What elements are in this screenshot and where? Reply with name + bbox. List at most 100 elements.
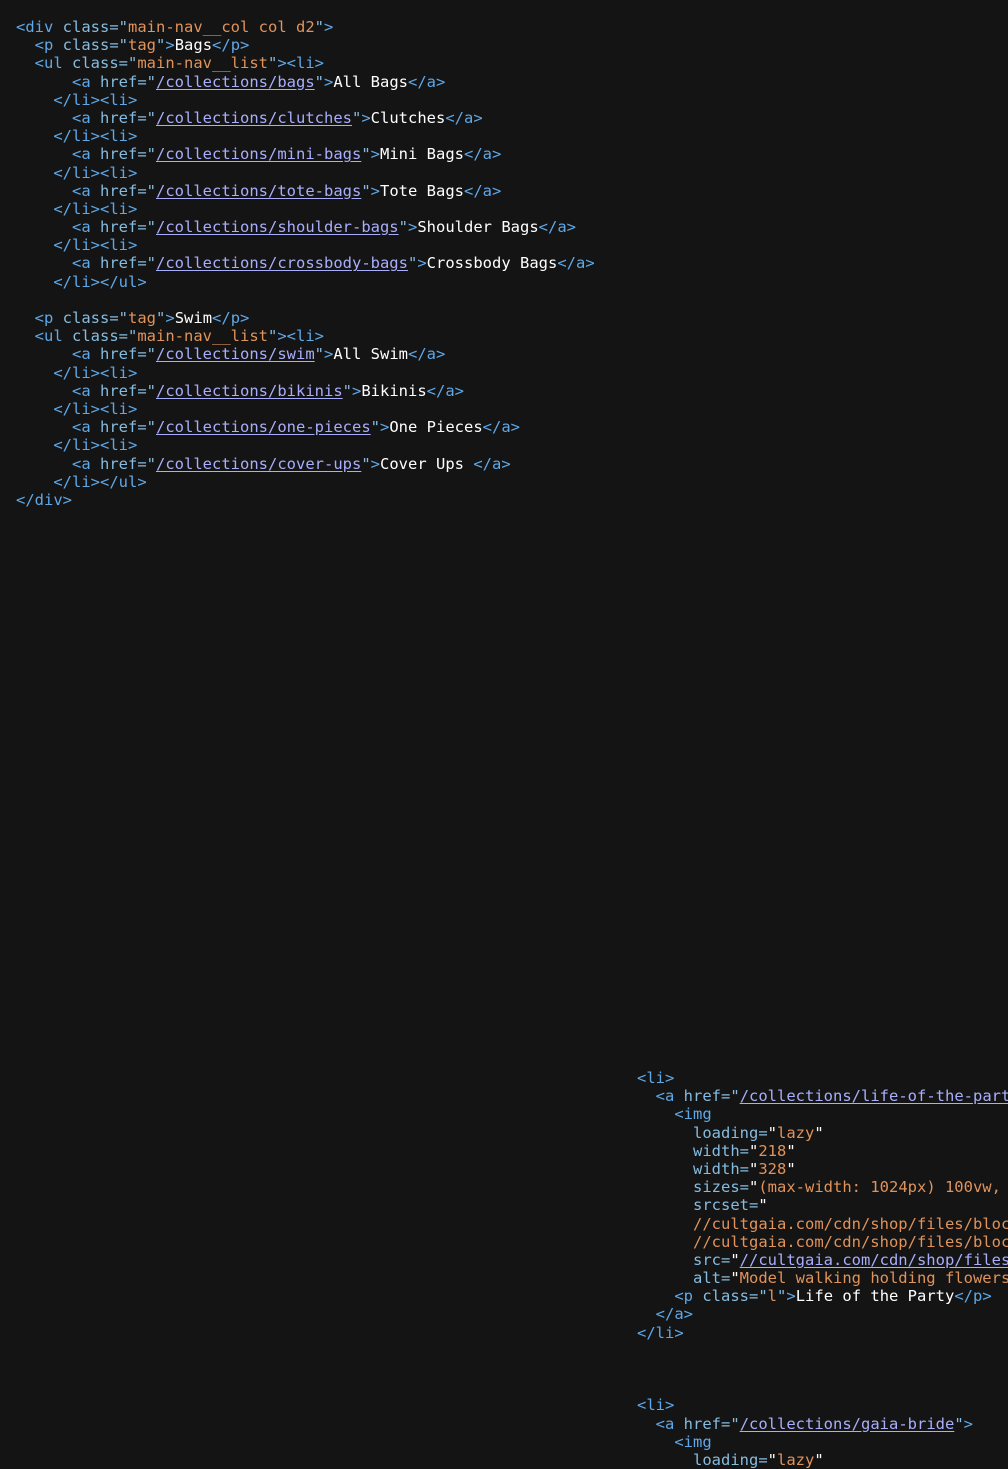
code-tag: </p>	[954, 1287, 992, 1306]
code-link[interactable]: /collections/life-of-the-party	[740, 1087, 1008, 1105]
code-quote: "	[351, 108, 362, 127]
code-text: "	[730, 1250, 740, 1269]
code-text: "	[767, 1450, 777, 1469]
code-line: <div class="main-nav__col col d2">	[16, 18, 595, 36]
code-line: </a>	[637, 1305, 1008, 1323]
code-quote: "	[146, 72, 157, 91]
code-tag: <p	[674, 1287, 703, 1306]
code-line: <a href="/collections/cover-ups">Cover U…	[16, 455, 595, 473]
code-link[interactable]: /collections/crossbody-bags	[156, 254, 408, 272]
code-line: <a href="/collections/clutches">Clutches…	[16, 109, 595, 127]
code-text: "	[786, 1141, 796, 1160]
code-string: //cultgaia.com/cdn/shop/files/block	[693, 1232, 1008, 1251]
code-tag: </a>	[538, 218, 576, 237]
code-attribute: href=	[100, 72, 147, 91]
code-link[interactable]: /collections/tote-bags	[156, 182, 361, 200]
code-string: main-nav__col col d2	[128, 18, 315, 36]
code-text: Bags	[174, 36, 213, 55]
code-tag: <ul	[34, 327, 72, 346]
code-line: <li>	[637, 1069, 1008, 1087]
code-text: One Pieces	[389, 418, 483, 437]
code-link[interactable]: /collections/bags	[156, 73, 315, 91]
code-pane-top: <div class="main-nav__col col d2"> <p cl…	[16, 18, 595, 509]
code-text: Bikinis	[361, 381, 427, 400]
code-quote: "	[146, 454, 157, 473]
code-line: //cultgaia.com/cdn/shop/files/block	[637, 1233, 1008, 1251]
code-tag: </a>	[473, 454, 511, 473]
code-tag: >	[370, 454, 381, 473]
code-tag: </a>	[464, 181, 502, 200]
code-link[interactable]: /collections/mini-bags	[156, 145, 361, 163]
code-string: tag	[128, 36, 157, 55]
code-line: <p class="tag">Swim</p>	[16, 309, 595, 327]
code-tag: </div>	[16, 490, 72, 509]
code-quote: "	[118, 309, 129, 327]
code-string: main-nav__list	[137, 54, 268, 73]
code-tag: <ul	[34, 54, 72, 73]
code-string: 218	[758, 1141, 787, 1160]
code-tag: </a>	[482, 418, 520, 437]
code-string: (max-width: 1024px) 100vw, 2	[758, 1178, 1008, 1197]
code-string: l	[767, 1287, 778, 1306]
code-line: <a href="/collections/gaia-bride">	[637, 1415, 1008, 1433]
code-tag: >	[417, 254, 427, 273]
code-quote: "	[954, 1414, 964, 1433]
code-quote: "	[268, 54, 278, 73]
code-attribute: src=	[693, 1250, 731, 1269]
code-link[interactable]: //cultgaia.com/cdn/shop/files/	[740, 1251, 1008, 1269]
code-tag: </a>	[445, 108, 483, 127]
code-string: Model walking holding flowers	[739, 1269, 1008, 1288]
code-quote: "	[268, 327, 278, 346]
code-tag: >	[324, 72, 334, 91]
code-tag: >	[324, 18, 334, 36]
code-text: Shoulder Bags	[417, 218, 539, 237]
code-string: lazy	[777, 1123, 815, 1142]
code-attribute: href=	[100, 454, 147, 473]
code-tag: </li><li>	[53, 399, 138, 418]
code-link[interactable]: /collections/one-pieces	[156, 418, 371, 436]
code-tag: <div	[16, 18, 63, 36]
code-line: <a href="/collections/bags">All Bags</a>	[16, 73, 595, 91]
code-link[interactable]: /collections/shoulder-bags	[156, 218, 399, 236]
code-line: <a href="/collections/crossbody-bags">Cr…	[16, 254, 595, 272]
code-link[interactable]: /collections/swim	[156, 345, 315, 363]
code-tag: <li>	[637, 1396, 675, 1415]
code-line: srcset="	[637, 1196, 1008, 1214]
code-tag: <a	[72, 218, 100, 237]
code-tag: <a	[72, 418, 100, 437]
code-string: main-nav__list	[137, 327, 268, 346]
code-tag: <a	[655, 1414, 684, 1433]
code-tag: <img	[674, 1105, 712, 1124]
code-tag: </a>	[408, 72, 446, 91]
code-tag: </p>	[212, 36, 250, 55]
code-string: //cultgaia.com/cdn/shop/files/block	[693, 1214, 1008, 1233]
code-string: 328	[758, 1159, 787, 1178]
code-link[interactable]: /collections/cover-ups	[156, 455, 361, 473]
code-quote: "	[146, 218, 157, 237]
code-text: All Bags	[333, 72, 408, 91]
code-text: Mini Bags	[380, 145, 465, 164]
code-quote: "	[398, 218, 408, 237]
code-tag: </a>	[408, 345, 446, 364]
code-attribute: loading=	[693, 1123, 768, 1142]
code-link[interactable]: /collections/clutches	[156, 109, 352, 127]
code-text: Tote Bags	[380, 181, 465, 200]
code-line: width="328"	[637, 1160, 1008, 1178]
code-attribute: class=	[62, 36, 119, 55]
code-link[interactable]: /collections/gaia-bride	[740, 1415, 955, 1433]
code-tag: <a	[72, 454, 100, 473]
code-attribute: href=	[100, 181, 147, 200]
code-text: Swim	[174, 309, 213, 327]
code-link[interactable]: /collections/bikinis	[156, 382, 343, 400]
